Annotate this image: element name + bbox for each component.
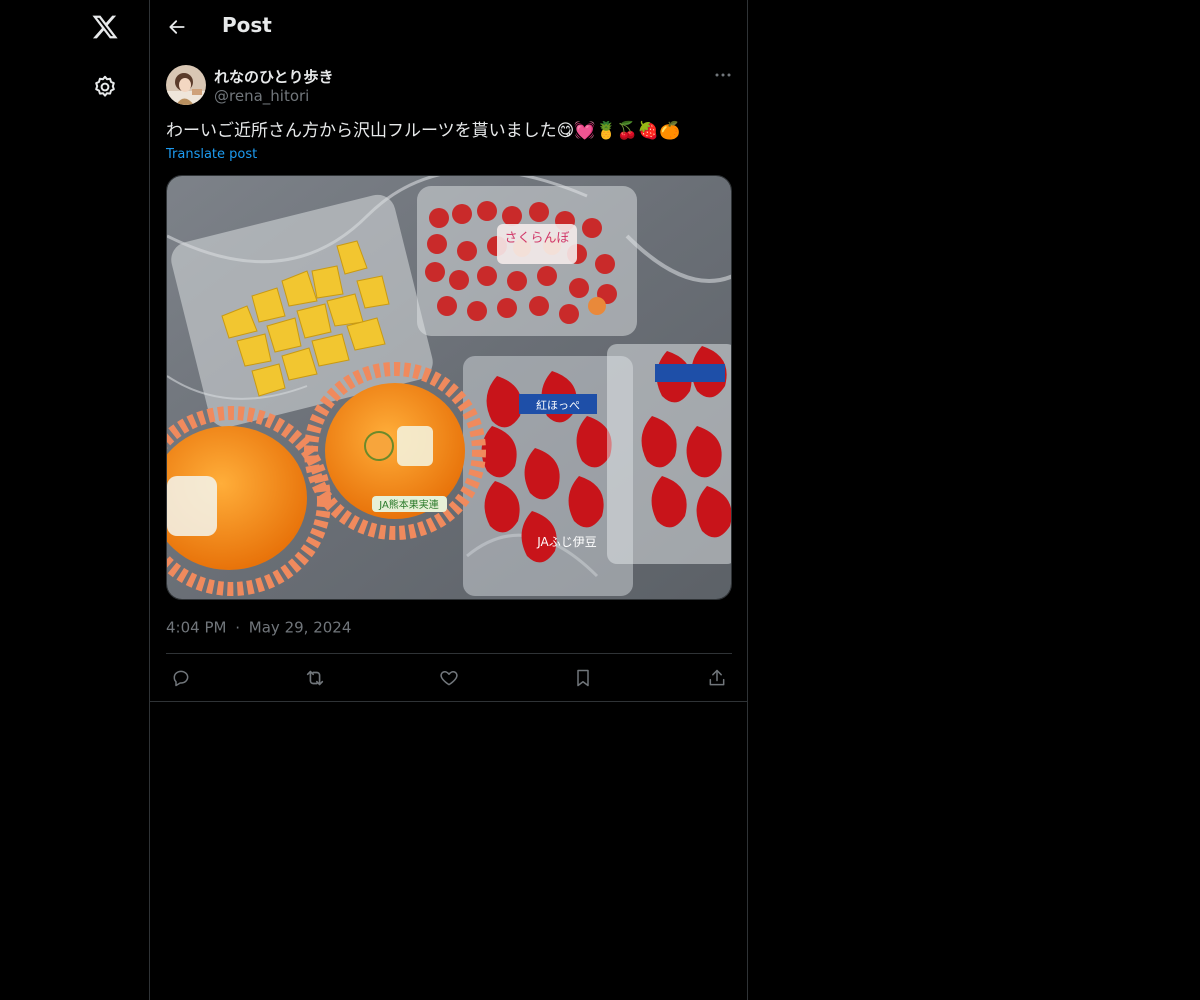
post-timestamp[interactable]: 4:04 PM · May 29, 2024 [166,618,351,637]
avatar[interactable] [166,65,206,105]
gear-icon [95,75,115,97]
post-bottom-divider [150,701,747,702]
strawberry-brand-label: 紅ほっぺ [536,399,580,412]
share-button[interactable] [704,665,730,691]
post-date: May 29, 2024 [248,618,352,637]
display-name[interactable]: れなのひとり歩き [214,66,334,87]
settings-button[interactable] [80,62,130,112]
fruit-photo: さくらんぼ 紅ほっぺ JAふじ伊豆 JA熊本果実連 [167,176,731,599]
share-icon [709,669,725,686]
repost-icon [306,670,324,686]
translate-post-link[interactable]: Translate post [166,147,257,162]
x-logo-button[interactable] [80,2,130,52]
left-rail [0,0,150,1000]
post-text: わーいご近所さん方から沢山フルーツを貰いました😋💓🍍🍒🍓🍊 [166,121,681,141]
page-header: Post [150,0,747,54]
bookmark-button[interactable] [570,665,596,691]
reply-icon [173,670,189,687]
post-time: 4:04 PM [166,618,227,637]
like-button[interactable] [436,665,462,691]
repost-button[interactable] [302,665,328,691]
user-handle[interactable]: @rena_hitori [214,87,309,105]
timestamp-separator: · [235,618,241,637]
more-options-button[interactable] [698,64,732,86]
arrow-left-icon [169,20,185,34]
page-title: Post [222,13,272,37]
post-image[interactable]: さくらんぼ 紅ほっぺ JAふじ伊豆 JA熊本果実連 [166,175,732,600]
main-column: Post れなのひとり歩き @rena_hitori わーいご近所さん方から沢山… [149,0,748,1000]
strawberry-pack-right [607,344,731,564]
heart-icon [440,671,458,686]
orange-label: JA熊本果実連 [378,498,439,511]
bookmark-icon [577,669,589,687]
ja-label: JAふじ伊豆 [536,535,597,549]
x-logo-icon [92,15,118,39]
cherry-label: さくらんぼ [504,231,569,246]
cherry-pack: さくらんぼ [417,186,637,336]
back-button[interactable] [159,9,195,45]
post-actions [166,654,732,701]
reply-button[interactable] [168,665,194,691]
more-dots-icon [715,73,731,77]
